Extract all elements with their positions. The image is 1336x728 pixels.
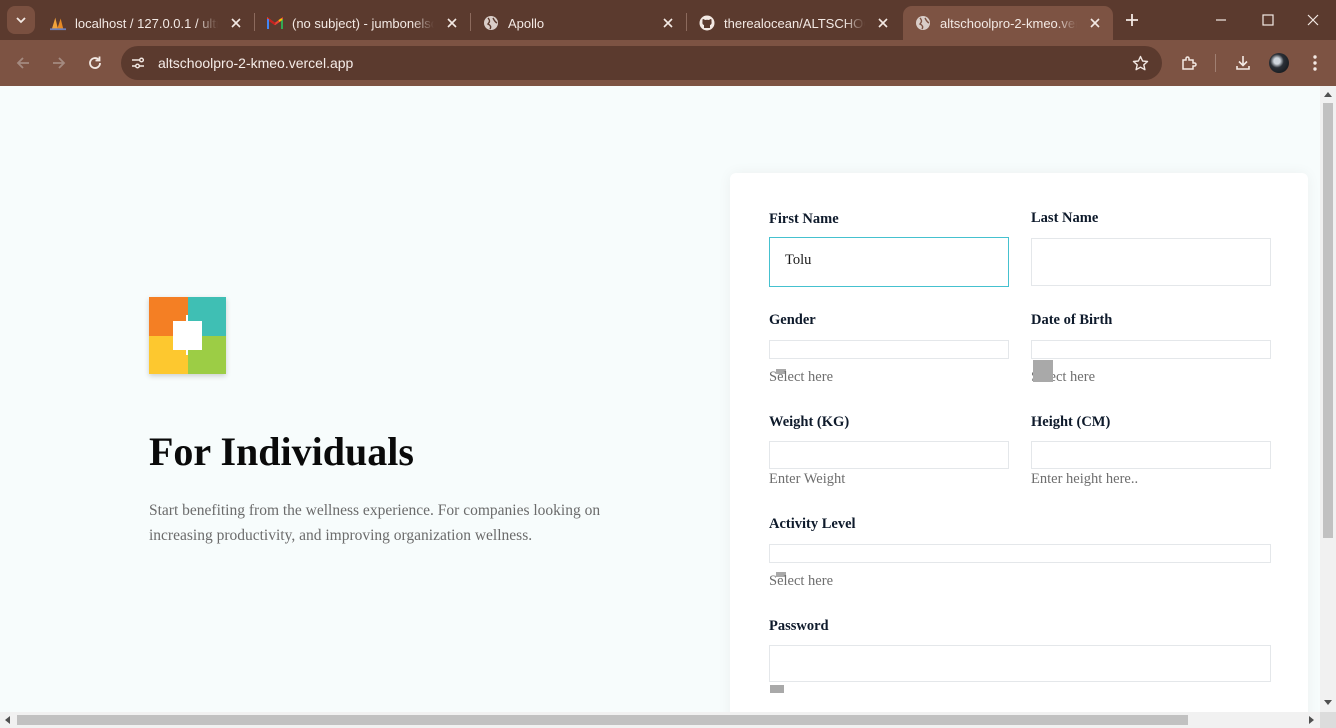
reload-icon <box>89 56 101 69</box>
extensions-icon[interactable] <box>1177 51 1201 75</box>
reload-button[interactable] <box>81 49 109 77</box>
maximize-button[interactable] <box>1245 0 1291 40</box>
activity-level-select[interactable] <box>769 544 1271 563</box>
logo-notch <box>186 315 188 324</box>
password-label: Password <box>769 618 829 634</box>
new-tab-button[interactable] <box>1120 8 1144 32</box>
gender-hint: Select here <box>769 369 834 385</box>
scrollbar-corner <box>1320 712 1336 728</box>
tab-title: Apollo <box>508 15 545 31</box>
phpmyadmin-icon <box>50 15 66 31</box>
download-icon[interactable] <box>1231 51 1255 75</box>
tab-apollo[interactable]: Apollo <box>471 6 686 40</box>
dob-label: Date of Birth <box>1031 312 1113 328</box>
scroll-left-icon[interactable] <box>5 716 10 724</box>
logo-notch <box>186 347 188 355</box>
close-window-button[interactable] <box>1290 0 1336 40</box>
first-name-value: Tolu <box>785 252 812 268</box>
close-icon[interactable] <box>658 13 678 33</box>
tab-title: localhost / 127.0.0.1 / ultrak <box>75 15 218 31</box>
first-name-input[interactable]: Tolu <box>769 237 1009 287</box>
forward-button[interactable] <box>45 49 73 77</box>
chevron-down-icon <box>16 17 26 24</box>
horizontal-scrollbar[interactable] <box>0 712 1320 728</box>
scroll-down-icon[interactable] <box>1324 700 1332 705</box>
calendar-icon[interactable] <box>1033 360 1053 382</box>
arrow-left-icon <box>16 57 29 69</box>
hero-description: Start benefiting from the wellness exper… <box>149 502 601 544</box>
site-settings-icon[interactable] <box>126 51 150 75</box>
tab-phpmyadmin[interactable]: localhost / 127.0.0.1 / ultrak <box>38 6 254 40</box>
page-viewport: For Individuals Start benefiting from th… <box>0 86 1320 712</box>
toolbar-divider <box>1215 54 1216 72</box>
scrollbar-thumb[interactable] <box>17 715 1188 725</box>
page-title: For Individuals <box>149 429 414 474</box>
vertical-scrollbar[interactable] <box>1320 86 1336 712</box>
scroll-right-icon[interactable] <box>1309 716 1314 724</box>
close-icon[interactable] <box>442 13 462 33</box>
maximize-icon <box>1262 14 1274 26</box>
gender-label: Gender <box>769 312 816 328</box>
gender-select[interactable] <box>769 340 1009 359</box>
close-icon[interactable] <box>226 13 246 33</box>
profile-avatar[interactable] <box>1269 53 1289 73</box>
close-icon[interactable] <box>1085 13 1105 33</box>
back-button[interactable] <box>9 49 37 77</box>
eye-toggle-icon[interactable] <box>770 685 784 693</box>
tab-gmail[interactable]: (no subject) - jumbonelson@ <box>255 6 470 40</box>
brand-logo <box>149 297 226 374</box>
signup-form-card: First Name Tolu Last Name Gender Select … <box>730 173 1308 712</box>
activity-level-hint: Select here <box>769 573 834 589</box>
minimize-button[interactable] <box>1198 0 1244 40</box>
activity-level-label: Activity Level <box>769 516 856 532</box>
bookmark-star-icon[interactable] <box>1130 53 1150 73</box>
close-icon[interactable] <box>873 13 893 33</box>
tab-title: therealocean/ALTSCHOOLPRO <box>724 15 865 31</box>
arrow-right-icon <box>53 57 66 69</box>
height-label: Height (CM) <box>1031 414 1111 430</box>
kebab-menu-icon[interactable] <box>1303 51 1327 75</box>
close-icon <box>1307 14 1319 26</box>
password-input[interactable] <box>769 645 1271 682</box>
tab-search-button[interactable] <box>7 6 35 34</box>
first-name-label: First Name <box>769 211 839 227</box>
minimize-icon <box>1216 19 1226 21</box>
tab-strip: localhost / 127.0.0.1 / ultrak (no subje… <box>0 0 1336 40</box>
github-icon <box>699 15 715 31</box>
height-hint: Enter height here.. <box>1031 471 1139 487</box>
tab-github[interactable]: therealocean/ALTSCHOOLPRO <box>687 6 901 40</box>
logo-center <box>173 321 202 350</box>
tab-title: altschoolpro-2-kmeo.vercel.app <box>940 15 1077 31</box>
tab-title: (no subject) - jumbonelson@ <box>292 15 434 31</box>
last-name-input[interactable] <box>1031 238 1271 286</box>
globe-icon <box>915 15 931 31</box>
dob-input[interactable] <box>1031 340 1271 359</box>
weight-input[interactable] <box>769 441 1009 469</box>
weight-label: Weight (KG) <box>769 414 850 430</box>
plus-icon <box>1126 14 1138 26</box>
scrollbar-thumb[interactable] <box>1323 103 1333 538</box>
weight-hint: Enter Weight <box>769 471 846 487</box>
globe-icon <box>483 15 499 31</box>
gmail-icon <box>267 15 283 31</box>
scroll-up-icon[interactable] <box>1324 92 1332 97</box>
address-bar[interactable]: altschoolpro-2-kmeo.vercel.app <box>121 46 1162 80</box>
last-name-label: Last Name <box>1031 210 1099 226</box>
tab-altschoolpro[interactable]: altschoolpro-2-kmeo.vercel.app <box>903 6 1113 40</box>
url-text: altschoolpro-2-kmeo.vercel.app <box>158 55 354 71</box>
height-input[interactable] <box>1031 441 1271 469</box>
